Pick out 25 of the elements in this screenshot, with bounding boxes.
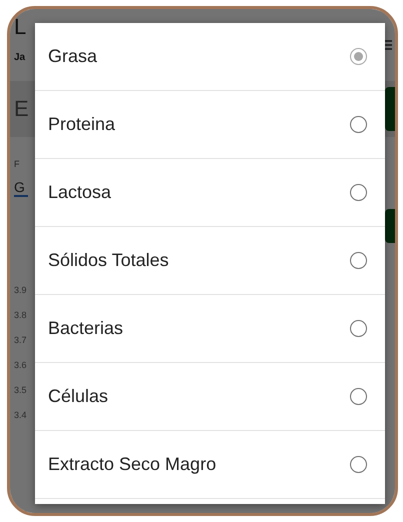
option-item[interactable]: Lactosa bbox=[35, 159, 385, 227]
axis-label: 3.7 bbox=[14, 334, 27, 347]
axis-label: 3.9 bbox=[14, 284, 27, 297]
axis-label: 3.5 bbox=[14, 384, 27, 397]
radio-button[interactable] bbox=[350, 116, 367, 133]
field-label: F bbox=[14, 159, 20, 169]
section-title: E bbox=[14, 96, 29, 122]
option-item[interactable]: Grasa bbox=[35, 23, 385, 91]
radio-button[interactable] bbox=[350, 48, 367, 65]
radio-button[interactable] bbox=[350, 388, 367, 405]
app-subtitle: Ja bbox=[14, 52, 26, 63]
axis-label: 3.4 bbox=[14, 409, 27, 422]
option-item[interactable]: Bacterias bbox=[35, 295, 385, 363]
radio-button[interactable] bbox=[350, 456, 367, 473]
app-title: L bbox=[14, 15, 26, 39]
option-item[interactable]: Células bbox=[35, 363, 385, 431]
option-item[interactable]: Proteina bbox=[35, 91, 385, 159]
radio-button[interactable] bbox=[350, 320, 367, 337]
radio-button[interactable] bbox=[350, 184, 367, 201]
option-item[interactable]: Sólidos Totales bbox=[35, 227, 385, 295]
axis-label: 3.6 bbox=[14, 359, 27, 372]
input-field[interactable]: G bbox=[14, 179, 28, 197]
radio-button[interactable] bbox=[350, 252, 367, 269]
option-item[interactable]: Extracto Seco Magro bbox=[35, 431, 385, 499]
axis-label: 3.8 bbox=[14, 309, 27, 322]
